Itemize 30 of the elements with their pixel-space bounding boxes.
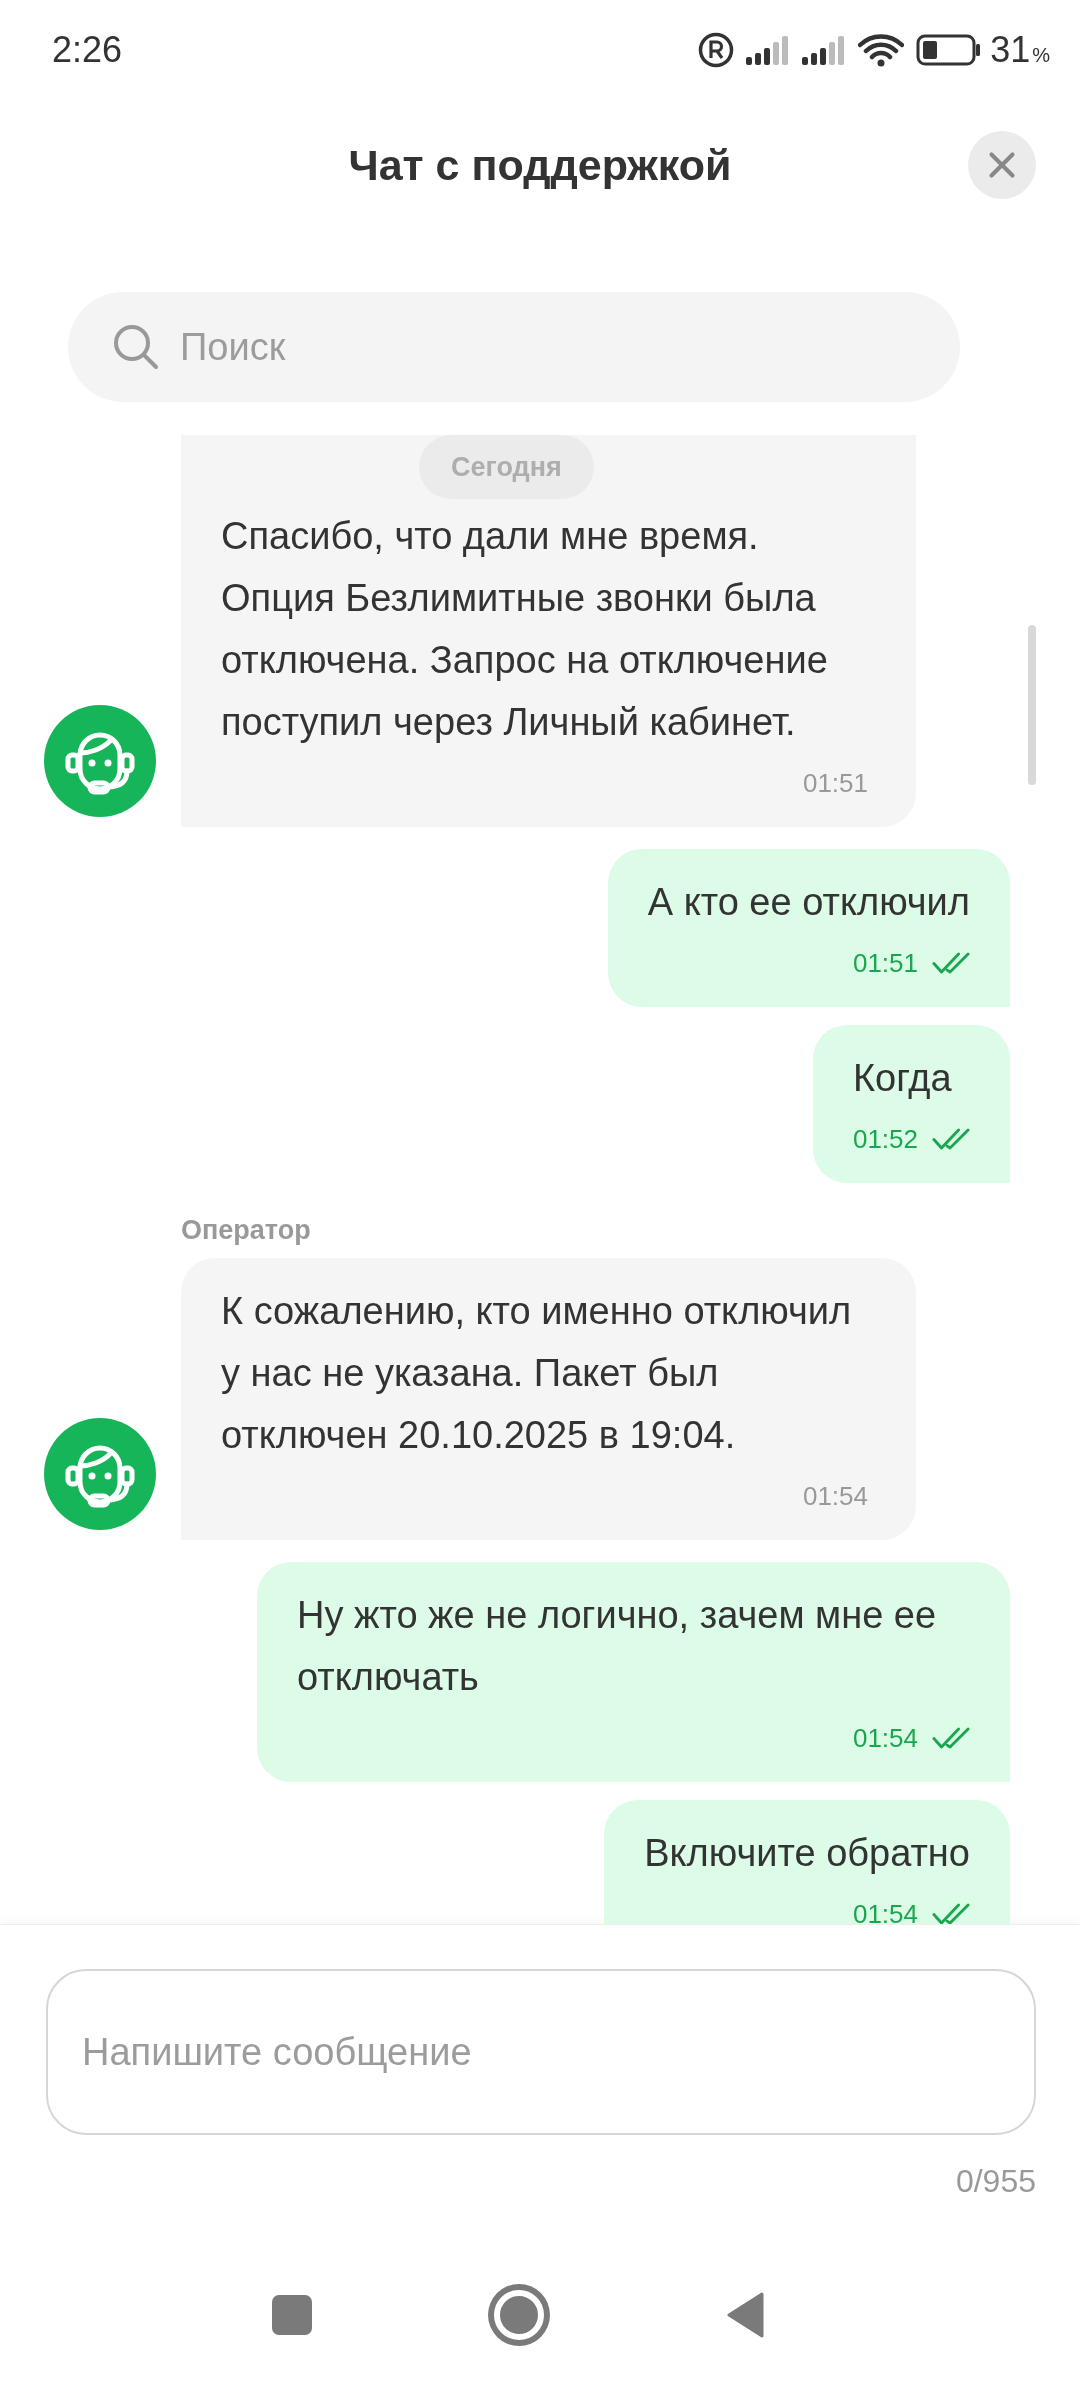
back-button[interactable] (726, 2292, 766, 2338)
message-text: К сожалению, кто именно отключил у нас не указана. Пакет был отключен 20.10.2025 в 19:04. (221, 1289, 853, 1458)
status-time: 2:26 (52, 29, 123, 71)
message-time: 01:54 (802, 1480, 868, 1512)
message-text: Когда (852, 1056, 953, 1101)
date-badge: Сегодня (419, 435, 594, 499)
message-time: 01:52 (852, 1123, 918, 1155)
battery-percent: 31 (990, 29, 1031, 71)
percent-sign: % (1032, 43, 1050, 67)
message-field[interactable]: Напишите сообщение (46, 1969, 1036, 2135)
message-text: Включите обратно (644, 1831, 970, 1876)
close-icon (988, 151, 1016, 179)
signal-icon (746, 35, 791, 65)
message-text: Спасибо, что дали мне время. Опция Безлимитные звонки была отключена. Запрос на отключение поступил через Личный кабинет. (221, 514, 829, 745)
message-time: 01:54 (852, 1722, 918, 1754)
chat-title: Чат с поддержкой (348, 140, 732, 190)
battery-icon (916, 34, 983, 66)
wifi-icon (858, 33, 905, 67)
registered-icon (698, 32, 735, 68)
sender-name: Оператор (181, 1215, 312, 1246)
signal-icon (802, 35, 847, 65)
message-text: Ну жто же не логично, зачем мне ее отключать (297, 1593, 938, 1700)
message-time: 01:51 (852, 947, 918, 979)
search-field[interactable]: Поиск (68, 292, 960, 402)
character-counter: 0/955 (955, 2163, 1036, 2200)
search-icon (112, 323, 160, 371)
message-time: 01:51 (802, 767, 868, 799)
message-text: А кто ее отключил (647, 880, 970, 925)
message-time: 01:54 (852, 1898, 918, 1924)
recents-button[interactable] (272, 2295, 312, 2335)
